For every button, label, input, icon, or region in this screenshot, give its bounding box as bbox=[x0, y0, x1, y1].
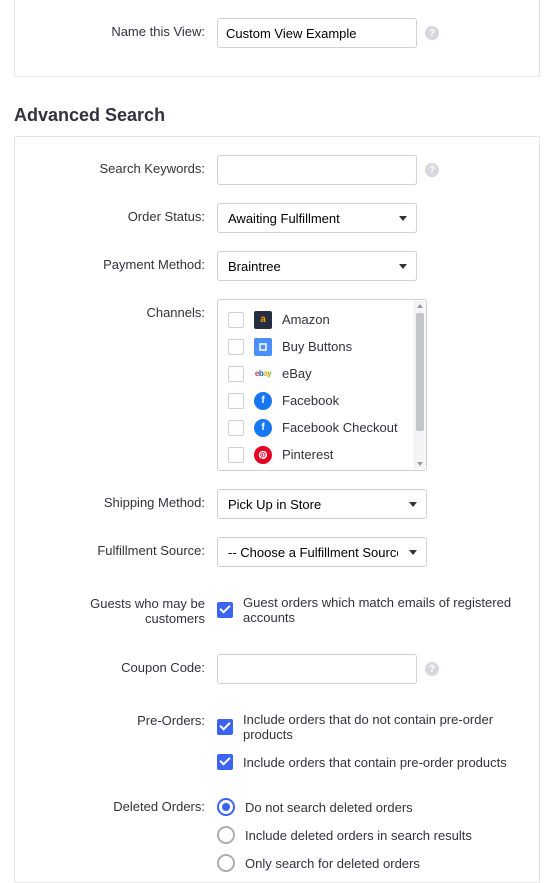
channel-label: Pinterest bbox=[282, 447, 333, 462]
help-icon[interactable]: ? bbox=[425, 163, 439, 177]
channel-checkbox-buybuttons[interactable] bbox=[228, 339, 244, 355]
payment-method-select[interactable]: Braintree bbox=[217, 251, 417, 281]
deleted-orders-radio-none[interactable] bbox=[217, 798, 235, 816]
coupon-code-label: Coupon Code: bbox=[31, 654, 217, 675]
deleted-orders-option-label: Only search for deleted orders bbox=[245, 856, 420, 871]
guests-checkbox[interactable] bbox=[217, 602, 233, 618]
name-view-label: Name this View: bbox=[31, 18, 217, 39]
advanced-search-heading: Advanced Search bbox=[14, 105, 554, 126]
deleted-orders-option-label: Include deleted orders in search results bbox=[245, 828, 472, 843]
channels-scrollbar[interactable] bbox=[414, 301, 425, 469]
channel-checkbox-ebay[interactable] bbox=[228, 366, 244, 382]
channel-label: eBay bbox=[282, 366, 312, 381]
channel-checkbox-amazon[interactable] bbox=[228, 312, 244, 328]
scroll-up-icon[interactable] bbox=[415, 301, 425, 311]
preorders-checkbox-exclude[interactable] bbox=[217, 719, 233, 735]
channel-item: a Amazon bbox=[228, 306, 406, 333]
deleted-orders-option-label: Do not search deleted orders bbox=[245, 800, 413, 815]
channel-item: f Facebook bbox=[228, 387, 406, 414]
help-icon[interactable]: ? bbox=[425, 26, 439, 40]
search-keywords-input[interactable] bbox=[217, 155, 417, 185]
ebay-icon: ebay bbox=[254, 365, 272, 383]
search-keywords-label: Search Keywords: bbox=[31, 155, 217, 176]
channel-item: Pinterest bbox=[228, 441, 406, 468]
channel-label: Buy Buttons bbox=[282, 339, 352, 354]
pinterest-icon bbox=[254, 446, 272, 464]
channels-listbox[interactable]: a Amazon Buy Buttons ebay bbox=[217, 299, 427, 471]
scroll-down-icon[interactable] bbox=[415, 459, 425, 469]
deleted-orders-radio-only[interactable] bbox=[217, 854, 235, 872]
facebook-icon: f bbox=[254, 419, 272, 437]
channel-label: Facebook bbox=[282, 393, 339, 408]
facebook-icon: f bbox=[254, 392, 272, 410]
channel-checkbox-facebook[interactable] bbox=[228, 393, 244, 409]
payment-method-label: Payment Method: bbox=[31, 251, 217, 272]
deleted-orders-radio-include[interactable] bbox=[217, 826, 235, 844]
channel-item: f Facebook Checkout bbox=[228, 414, 406, 441]
shipping-method-label: Shipping Method: bbox=[31, 489, 217, 510]
preorders-option-label: Include orders that do not contain pre-o… bbox=[243, 712, 523, 742]
channel-checkbox-facebook-checkout[interactable] bbox=[228, 420, 244, 436]
guests-checkbox-label: Guest orders which match emails of regis… bbox=[243, 595, 523, 625]
scrollbar-thumb[interactable] bbox=[416, 313, 424, 431]
channel-label: Facebook Checkout bbox=[282, 420, 398, 435]
deleted-orders-label: Deleted Orders: bbox=[31, 798, 217, 814]
order-status-select[interactable]: Awaiting Fulfillment bbox=[217, 203, 417, 233]
fulfillment-source-label: Fulfillment Source: bbox=[31, 537, 217, 558]
channels-label: Channels: bbox=[31, 299, 217, 320]
name-view-input[interactable] bbox=[217, 18, 417, 48]
shipping-method-select[interactable]: Pick Up in Store bbox=[217, 489, 427, 519]
channel-label: Amazon bbox=[282, 312, 330, 327]
pre-orders-label: Pre-Orders: bbox=[31, 712, 217, 728]
help-icon[interactable]: ? bbox=[425, 662, 439, 676]
channel-checkbox-pinterest[interactable] bbox=[228, 447, 244, 463]
preorders-checkbox-include[interactable] bbox=[217, 754, 233, 770]
channel-item: Buy Buttons bbox=[228, 333, 406, 360]
channel-item: ebay eBay bbox=[228, 360, 406, 387]
coupon-code-input[interactable] bbox=[217, 654, 417, 684]
preorders-option-label: Include orders that contain pre-order pr… bbox=[243, 755, 507, 770]
buybuttons-icon bbox=[254, 338, 272, 356]
fulfillment-source-select[interactable]: -- Choose a Fulfillment Source -- bbox=[217, 537, 427, 567]
guests-label: Guests who may be customers bbox=[31, 595, 217, 626]
amazon-icon: a bbox=[254, 311, 272, 329]
order-status-label: Order Status: bbox=[31, 203, 217, 224]
